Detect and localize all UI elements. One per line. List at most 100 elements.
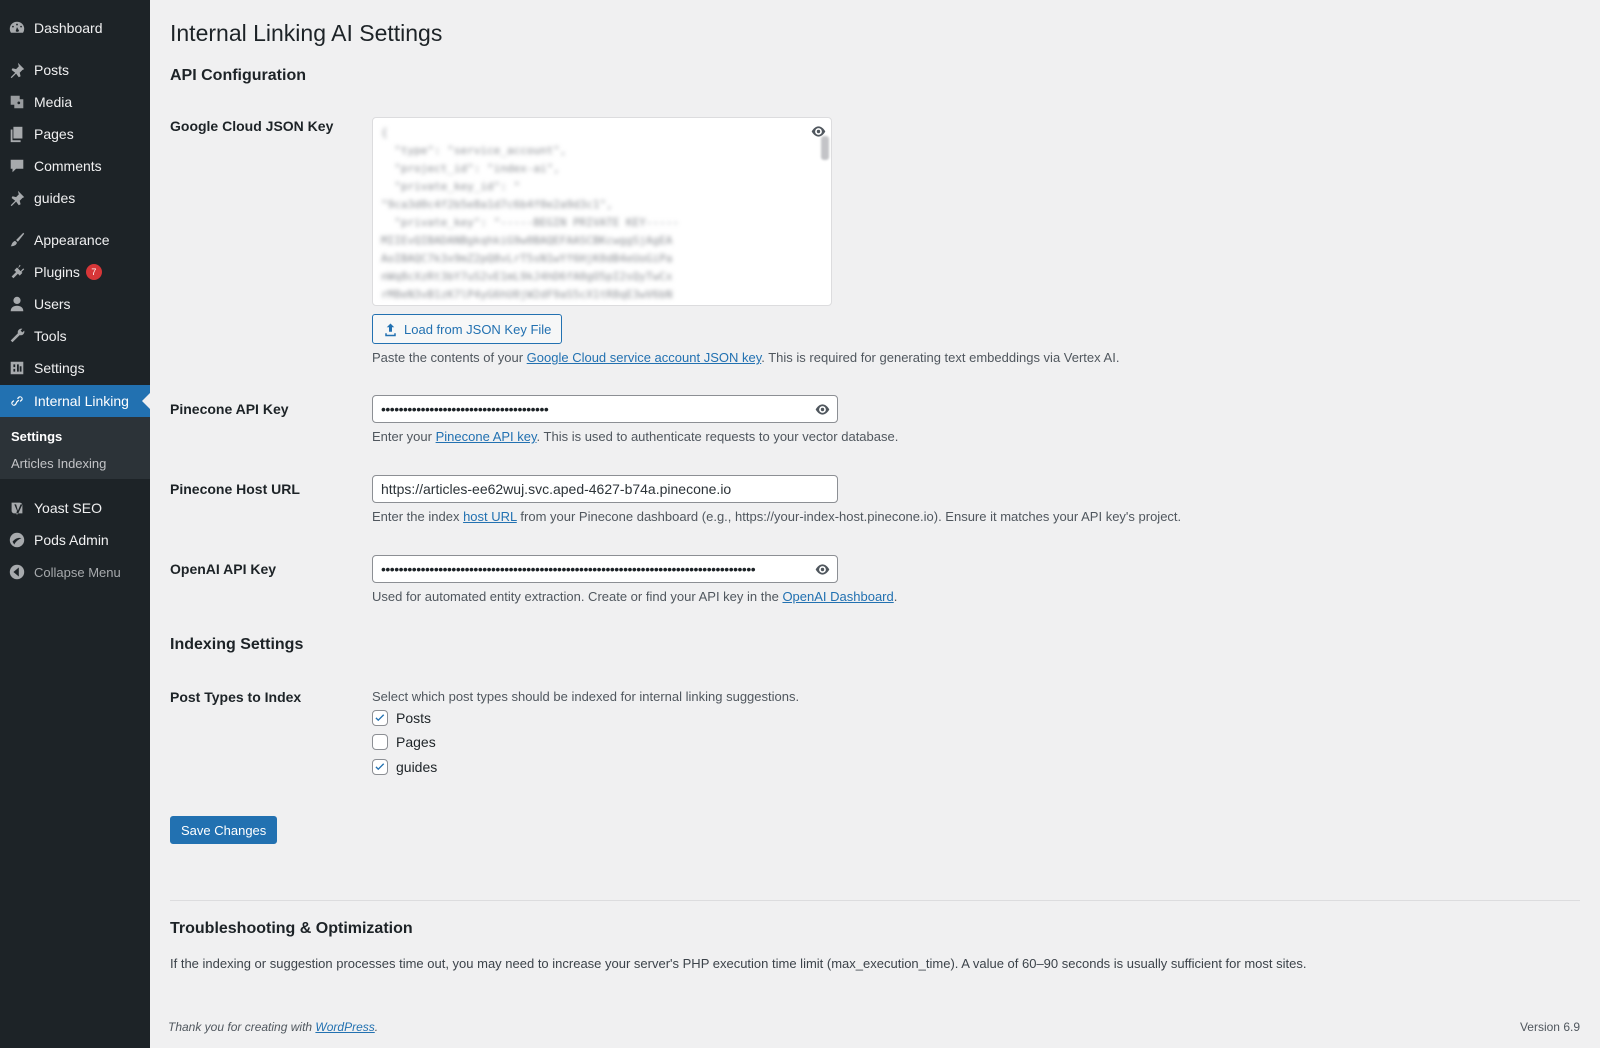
pinecone-desc-text: Enter your bbox=[372, 429, 436, 444]
sidebar-item-tools[interactable]: Tools bbox=[0, 320, 150, 352]
host-url-link[interactable]: host URL bbox=[463, 509, 517, 524]
openai-key-description: Used for automated entity extraction. Cr… bbox=[372, 589, 897, 604]
sidebar-item-label: Users bbox=[34, 296, 71, 312]
openai-desc-text: Used for automated entity extraction. Cr… bbox=[372, 589, 783, 604]
load-json-key-button[interactable]: Load from JSON Key File bbox=[372, 314, 563, 344]
eye-icon bbox=[811, 125, 825, 137]
load-json-key-label: Load from JSON Key File bbox=[404, 321, 552, 337]
sidebar-item-label: Plugins bbox=[34, 264, 80, 280]
yoast-icon bbox=[0, 499, 34, 517]
settings-icon bbox=[0, 359, 34, 377]
google-cloud-json-key-link[interactable]: Google Cloud service account JSON key bbox=[527, 350, 762, 365]
troubleshooting-text: If the indexing or suggestion processes … bbox=[170, 956, 1307, 971]
save-changes-button[interactable]: Save Changes bbox=[170, 816, 278, 844]
internal-linking-submenu: Settings Articles Indexing bbox=[0, 417, 150, 479]
footer-thanks-end: . bbox=[374, 1020, 379, 1034]
wrench-icon bbox=[0, 327, 34, 345]
footer-thanks: Thank you for creating with WordPress. bbox=[168, 1020, 378, 1034]
host-url-value: https://articles-ee62wuj.svc.aped-4627-b… bbox=[381, 481, 732, 497]
sidebar-item-yoast-seo[interactable]: Yoast SEO bbox=[0, 492, 150, 524]
page-title: Internal Linking AI Settings bbox=[170, 20, 443, 46]
dashboard-icon bbox=[0, 19, 34, 37]
sidebar-item-label: Internal Linking bbox=[34, 393, 129, 409]
checkbox-checked[interactable] bbox=[372, 759, 388, 775]
openai-dashboard-link[interactable]: OpenAI Dashboard bbox=[782, 589, 893, 604]
sidebar-item-guides[interactable]: guides bbox=[0, 182, 150, 214]
post-type-checkbox-pages[interactable]: Pages bbox=[372, 734, 436, 750]
sidebar-item-label: Dashboard bbox=[34, 20, 103, 36]
wordpress-link[interactable]: WordPress bbox=[315, 1020, 374, 1034]
post-types-label: Post Types to Index bbox=[170, 689, 302, 705]
section-title-troubleshooting: Troubleshooting & Optimization bbox=[170, 920, 413, 937]
openai-key-value: ••••••••••••••••••••••••••••••••••••••••… bbox=[381, 561, 756, 577]
post-type-checkbox-posts[interactable]: Posts bbox=[372, 710, 431, 726]
post-type-checkbox-guides[interactable]: guides bbox=[372, 759, 437, 775]
json-key-description: Paste the contents of your Google Cloud … bbox=[372, 350, 1119, 365]
sidebar-item-media[interactable]: Media bbox=[0, 86, 150, 118]
sidebar-item-label: Posts bbox=[34, 62, 70, 78]
sidebar-item-internal-linking[interactable]: Internal Linking bbox=[0, 385, 150, 417]
eye-icon bbox=[815, 403, 829, 415]
openai-key-input[interactable]: ••••••••••••••••••••••••••••••••••••••••… bbox=[372, 555, 838, 583]
checkbox-checked[interactable] bbox=[372, 710, 388, 726]
pinecone-api-key-link[interactable]: Pinecone API key bbox=[436, 429, 537, 444]
sidebar-item-label: Yoast SEO bbox=[34, 500, 102, 516]
sidebar-item-plugins[interactable]: Plugins 7 bbox=[0, 256, 150, 288]
host-url-input[interactable]: https://articles-ee62wuj.svc.aped-4627-b… bbox=[372, 475, 838, 503]
link-icon bbox=[0, 392, 34, 410]
pin-icon bbox=[0, 189, 34, 207]
toggle-pinecone-visibility-button[interactable] bbox=[811, 398, 833, 420]
sidebar-item-label: Pods Admin bbox=[34, 532, 109, 548]
pinecone-key-input[interactable]: •••••••••••••••••••••••••••••••••••••• bbox=[372, 395, 838, 423]
checkmark-icon bbox=[375, 763, 385, 771]
plugins-update-badge: 7 bbox=[85, 264, 102, 280]
sidebar-item-label: Media bbox=[34, 94, 73, 110]
host-url-label: Pinecone Host URL bbox=[170, 481, 300, 497]
json-desc-text-end: . This is required for generating text e… bbox=[761, 350, 1120, 365]
pinecone-desc-text-end: . This is used to authenticate requests … bbox=[536, 429, 899, 444]
footer-thanks-text: Thank you for creating with bbox=[168, 1020, 316, 1034]
json-desc-text: Paste the contents of your bbox=[372, 350, 527, 365]
json-key-textarea[interactable]: { "type": "service_account", "project_id… bbox=[372, 117, 832, 306]
sidebar-item-pods-admin[interactable]: Pods Admin bbox=[0, 524, 150, 556]
sidebar-item-dashboard[interactable]: Dashboard bbox=[0, 12, 150, 44]
sidebar-item-label: Collapse Menu bbox=[34, 564, 121, 580]
plugin-icon bbox=[0, 263, 34, 281]
openai-desc-text-end: . bbox=[893, 589, 898, 604]
pin-icon bbox=[0, 61, 34, 79]
section-title-api: API Configuration bbox=[170, 67, 306, 84]
sidebar-item-appearance[interactable]: Appearance bbox=[0, 224, 150, 256]
post-type-label: Posts bbox=[396, 710, 432, 726]
sidebar-item-label: Comments bbox=[34, 158, 102, 174]
pinecone-key-label: Pinecone API Key bbox=[170, 401, 289, 417]
section-title-indexing: Indexing Settings bbox=[170, 636, 304, 653]
collapse-icon bbox=[0, 563, 34, 581]
main-content: Internal Linking AI Settings API Configu… bbox=[150, 0, 1600, 1048]
json-key-masked-content: { "type": "service_account", "project_id… bbox=[381, 126, 680, 301]
toggle-openai-visibility-button[interactable] bbox=[811, 558, 833, 580]
post-types-description: Select which post types should be indexe… bbox=[372, 689, 800, 704]
sidebar-item-label: guides bbox=[34, 190, 76, 206]
post-type-label: guides bbox=[396, 759, 438, 775]
sidebar-item-settings[interactable]: Settings bbox=[0, 352, 150, 384]
checkbox-unchecked[interactable] bbox=[372, 734, 388, 750]
comment-icon bbox=[0, 157, 34, 175]
sidebar-item-pages[interactable]: Pages bbox=[0, 118, 150, 150]
submenu-item-articles-indexing[interactable]: Articles Indexing bbox=[11, 456, 106, 471]
sidebar-item-users[interactable]: Users bbox=[0, 288, 150, 320]
collapse-menu-button[interactable]: Collapse Menu bbox=[0, 556, 150, 588]
sidebar-item-label: Pages bbox=[34, 126, 74, 142]
host-desc-text: Enter the index bbox=[372, 509, 464, 524]
sidebar-item-posts[interactable]: Posts bbox=[0, 54, 150, 86]
submenu-item-settings[interactable]: Settings bbox=[11, 429, 62, 444]
json-key-label: Google Cloud JSON Key bbox=[170, 118, 334, 134]
post-type-label: Pages bbox=[396, 734, 436, 750]
pages-icon bbox=[0, 125, 34, 143]
admin-sidebar: Dashboard Posts Media Pages Comments gui… bbox=[0, 0, 150, 1048]
paintbrush-icon bbox=[0, 231, 34, 249]
user-icon bbox=[0, 295, 34, 313]
media-icon bbox=[0, 93, 34, 111]
toggle-json-visibility-button[interactable] bbox=[807, 120, 829, 142]
sidebar-item-comments[interactable]: Comments bbox=[0, 150, 150, 182]
upload-icon bbox=[385, 323, 396, 336]
